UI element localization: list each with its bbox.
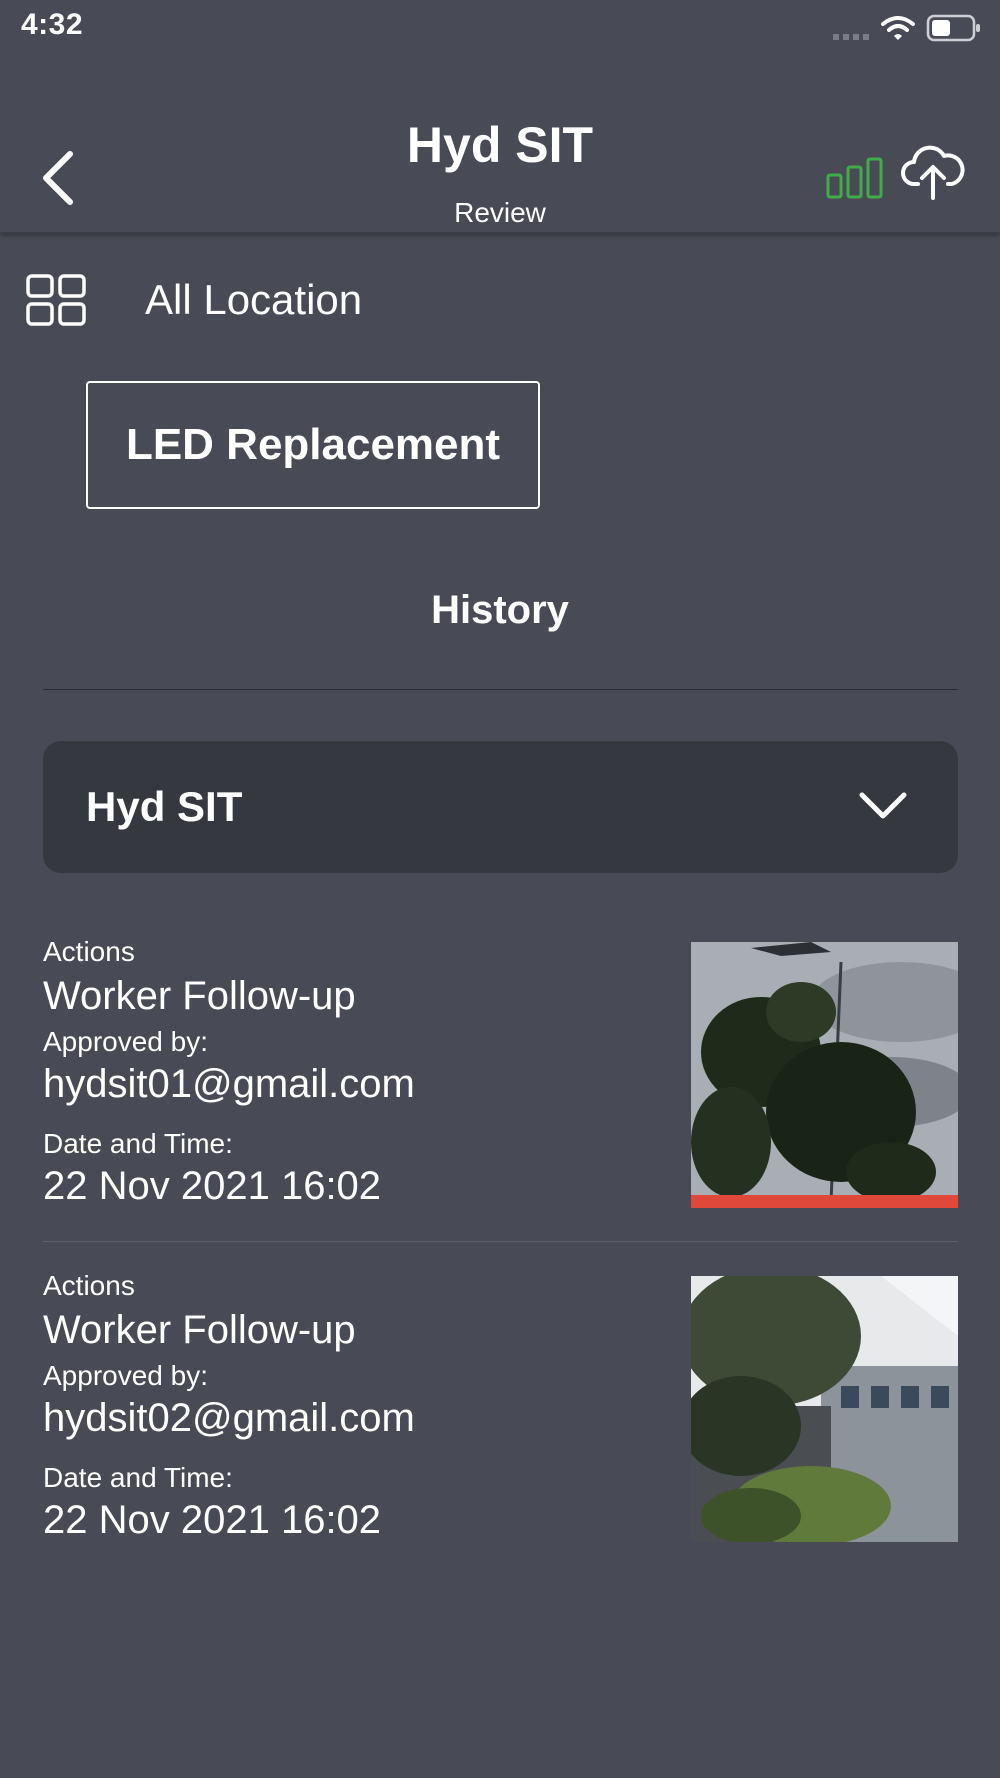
- divider: [43, 689, 958, 690]
- history-item: Actions Worker Follow-up Approved by: hy…: [43, 1270, 958, 1570]
- history-dropdown[interactable]: Hyd SIT: [43, 741, 958, 873]
- datetime-value: 22 Nov 2021 16:02: [43, 1164, 382, 1208]
- location-label: All Location: [145, 276, 363, 323]
- datetime-label: Date and Time:: [43, 1128, 233, 1159]
- signal-bars-icon[interactable]: [826, 157, 884, 199]
- building-photo-image: [691, 1276, 958, 1542]
- app-header: Hyd SIT Review: [0, 60, 1000, 233]
- grid-icon: [26, 274, 86, 326]
- history-photo-thumbnail[interactable]: [691, 1276, 958, 1542]
- approver-email: hydsit02@gmail.com: [43, 1396, 415, 1440]
- history-item: Actions Worker Follow-up Approved by: hy…: [43, 936, 958, 1236]
- status-time: 4:32: [21, 8, 84, 41]
- approved-by-label: Approved by:: [43, 1026, 208, 1057]
- action-value: Worker Follow-up: [43, 974, 356, 1018]
- history-title: History: [431, 588, 569, 632]
- cellular-signal-icon: [833, 34, 869, 40]
- action-value: Worker Follow-up: [43, 1308, 356, 1352]
- status-bar: 4:32: [0, 0, 1000, 60]
- battery-icon: [926, 14, 980, 42]
- location-selector[interactable]: All Location: [25, 265, 525, 335]
- chevron-down-icon: [859, 792, 907, 819]
- dropdown-selected-value: Hyd SIT: [86, 783, 243, 830]
- datetime-value: 22 Nov 2021 16:02: [43, 1498, 382, 1542]
- category-chip[interactable]: LED Replacement: [86, 381, 540, 509]
- upload-cloud-icon[interactable]: [900, 144, 966, 200]
- datetime-label: Date and Time:: [43, 1462, 233, 1493]
- approver-email: hydsit01@gmail.com: [43, 1062, 415, 1106]
- actions-label: Actions: [43, 1270, 135, 1301]
- page-subtitle: Review: [454, 197, 546, 228]
- tree-photo-image: [691, 942, 958, 1208]
- divider: [43, 1241, 958, 1242]
- actions-label: Actions: [43, 936, 135, 967]
- wifi-icon: [881, 16, 915, 40]
- approved-by-label: Approved by:: [43, 1360, 208, 1391]
- history-photo-thumbnail[interactable]: [691, 942, 958, 1208]
